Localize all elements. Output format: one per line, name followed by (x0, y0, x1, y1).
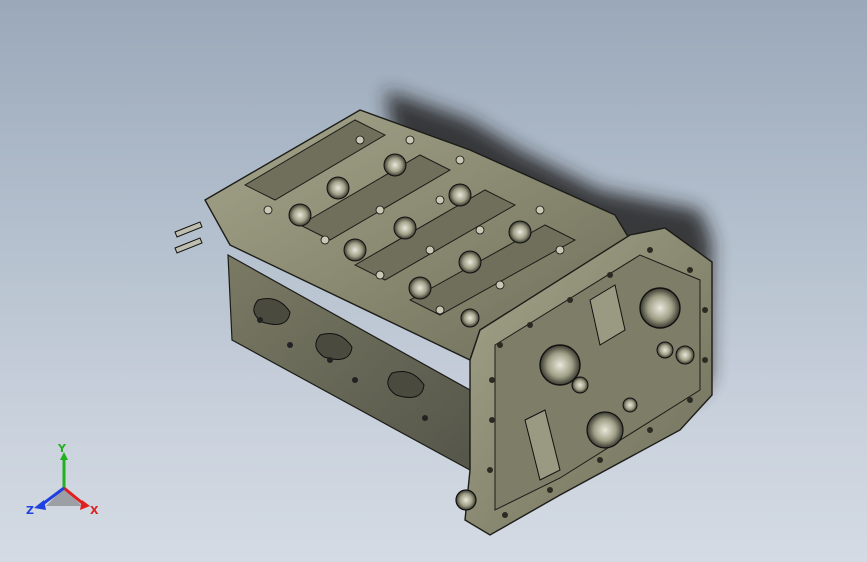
orientation-triad[interactable]: Y X Z (22, 442, 106, 528)
dowel-pins (174, 221, 203, 254)
z-axis-label: Z (26, 504, 34, 517)
x-axis-label: X (90, 504, 99, 517)
graphics-viewport[interactable]: Y X Z (0, 0, 867, 562)
cylinder-head-model[interactable] (0, 0, 867, 562)
z-axis-arrow (34, 500, 46, 510)
y-axis-label: Y (58, 442, 66, 455)
